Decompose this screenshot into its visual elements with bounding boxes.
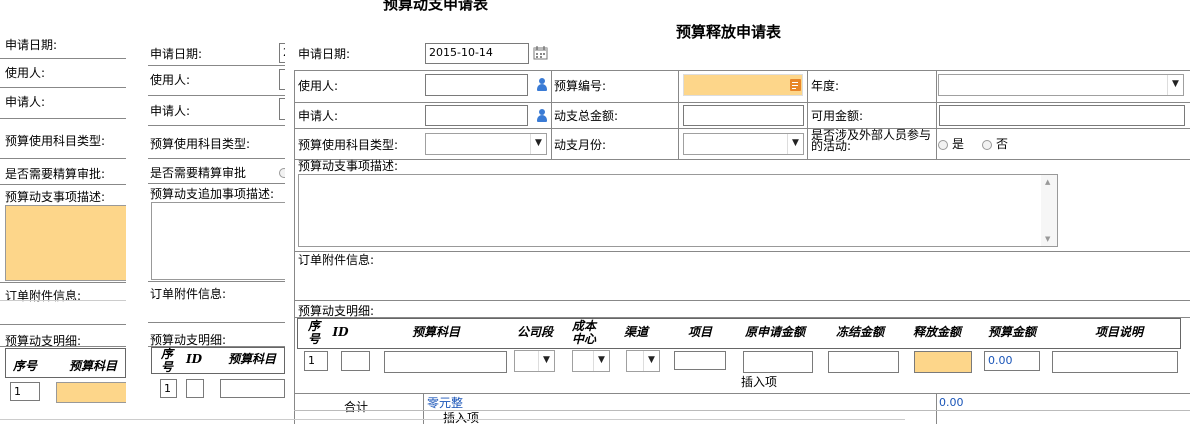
row-id-input[interactable]: [186, 379, 204, 398]
col-id-header: ID: [185, 352, 203, 366]
month-select[interactable]: ▼: [683, 133, 804, 155]
year-select[interactable]: ▼: [938, 74, 1184, 96]
total-label: 合计: [344, 400, 369, 414]
left-form-panel: 申请日期: 使用人: 申请人: 预算使用科目类型: 是否需要精算审批: 预算动支…: [0, 24, 126, 419]
desc-label: 预算动支事项描述:: [298, 159, 399, 173]
bottom-insert-link[interactable]: 插入项: [443, 411, 479, 424]
desc-textarea[interactable]: ▲ ▼: [298, 174, 1058, 247]
yes-label: 是: [952, 137, 965, 151]
apply-date-label: 申请日期:: [298, 47, 351, 61]
desc-label: 预算动支事项描述:: [5, 190, 106, 204]
col-subject-header: 预算科目: [228, 352, 277, 366]
row-orig-amount-input[interactable]: [743, 351, 813, 373]
chevron-down-icon: ▼: [538, 351, 554, 371]
row-cost-center-select[interactable]: ▼: [572, 350, 610, 372]
subject-type-select[interactable]: ▼: [425, 133, 547, 155]
form-title: 预算释放申请表: [676, 23, 782, 41]
col-channel-header: 渠道: [623, 325, 648, 339]
subject-type-label: 预算使用科目类型:: [298, 138, 399, 152]
col-seq-header: 序号: [160, 347, 173, 374]
col-release-amount-header: 释放金额: [912, 325, 961, 339]
col-frozen-amount-header: 冻结金额: [835, 325, 884, 339]
col-project-header: 项目: [687, 325, 712, 339]
col-subject-header: 预算科目: [68, 359, 117, 373]
external-yes-radio[interactable]: [938, 140, 948, 150]
applicant-input[interactable]: [425, 105, 528, 126]
col-cost-center-header: 成本中心: [571, 319, 596, 346]
user-label: 使用人:: [5, 66, 46, 80]
external-activity-label: 是否涉及外部人员参与的活动:: [811, 128, 932, 153]
row-frozen-amount-input[interactable]: [828, 351, 899, 373]
user-input[interactable]: [425, 74, 528, 96]
user-picker-icon[interactable]: [536, 78, 548, 91]
no-label: 否: [996, 137, 1009, 151]
chevron-down-icon: ▼: [1167, 75, 1183, 95]
desc-textarea[interactable]: [5, 205, 126, 281]
insert-item-link[interactable]: 插入项: [741, 375, 777, 389]
col-seq-header: 序号: [307, 319, 320, 346]
row-project-input[interactable]: [674, 351, 726, 370]
chevron-down-icon: ▼: [643, 351, 659, 371]
applicant-picker-icon[interactable]: [536, 109, 548, 122]
detail-label: 预算动支明细:: [150, 333, 227, 347]
desc-label: 预算动支追加事项描述:: [150, 187, 275, 201]
col-seq-header: 序号: [12, 359, 37, 373]
available-amount-input[interactable]: [939, 105, 1185, 126]
row-seq-input[interactable]: 1: [160, 379, 177, 398]
attach-label: 订单附件信息:: [298, 253, 375, 267]
row-seq-input[interactable]: 1: [10, 382, 40, 401]
total-value: 0.00: [939, 396, 964, 409]
background-title: 预算动支申请表: [383, 0, 489, 13]
row-release-amount-input[interactable]: [914, 351, 972, 373]
applicant-label: 申请人:: [150, 104, 191, 118]
chevron-down-icon: ▼: [787, 134, 803, 154]
user-label: 使用人:: [150, 73, 191, 87]
col-subject-header: 预算科目: [411, 325, 460, 339]
applicant-label: 申请人:: [298, 109, 339, 123]
applicant-label: 申请人:: [5, 95, 46, 109]
budget-no-label: 预算编号:: [554, 79, 607, 93]
scrollbar[interactable]: ▲ ▼: [1041, 175, 1057, 246]
col-project-desc-header: 项目说明: [1094, 325, 1143, 339]
chevron-down-icon: ▼: [593, 351, 609, 371]
row-id-input[interactable]: [341, 351, 370, 371]
subject-type-label: 预算使用科目类型:: [150, 137, 251, 151]
need-audit-label: 是否需要精算审批:: [5, 167, 106, 181]
middle-form-panel: 申请日期: 2 使用人: 申请人: 预算使用科目类型: 是否需要精算审批 预算动…: [148, 40, 285, 419]
row-company-select[interactable]: ▼: [514, 350, 555, 372]
user-label: 使用人:: [298, 79, 339, 93]
total-amount-label: 动支总金额:: [554, 109, 619, 123]
row-subject-input[interactable]: [384, 351, 507, 373]
row-budget-amount-input[interactable]: 0.00: [984, 351, 1040, 371]
total-words: 零元整: [427, 396, 464, 410]
subject-type-label: 预算使用科目类型:: [5, 134, 106, 148]
row-seq-input[interactable]: 1: [304, 351, 328, 371]
year-label: 年度:: [811, 79, 840, 93]
col-budget-amount-header: 预算金额: [987, 325, 1036, 339]
desc-textarea[interactable]: [151, 202, 285, 280]
calendar-icon[interactable]: [533, 45, 548, 60]
available-amount-label: 可用金额:: [811, 109, 864, 123]
lookup-icon[interactable]: [790, 79, 801, 91]
col-id-header: ID: [332, 325, 349, 339]
row-subject-input[interactable]: [56, 382, 126, 403]
row-project-desc-input[interactable]: [1052, 351, 1178, 373]
total-amount-input[interactable]: [683, 105, 804, 126]
col-orig-amount-header: 原申请金额: [744, 325, 805, 339]
row-subject-input[interactable]: [220, 379, 285, 398]
budget-no-input[interactable]: [683, 74, 803, 96]
attach-label: 订单附件信息:: [150, 287, 227, 301]
apply-date-label: 申请日期:: [150, 47, 203, 61]
detail-label: 预算动支明细:: [298, 304, 375, 318]
external-no-radio[interactable]: [982, 140, 992, 150]
chevron-down-icon: ▼: [530, 134, 546, 154]
need-audit-label: 是否需要精算审批: [150, 166, 247, 180]
row-channel-select[interactable]: ▼: [626, 350, 660, 372]
apply-date-input[interactable]: 2015-10-14: [425, 43, 529, 64]
main-form-panel: 预算释放申请表 申请日期: 2015-10-14 使用人: 预算编号: 年度: …: [285, 15, 1190, 424]
col-company-header: 公司段: [516, 325, 553, 339]
month-label: 动支月份:: [554, 138, 607, 152]
apply-date-label: 申请日期:: [5, 38, 58, 52]
